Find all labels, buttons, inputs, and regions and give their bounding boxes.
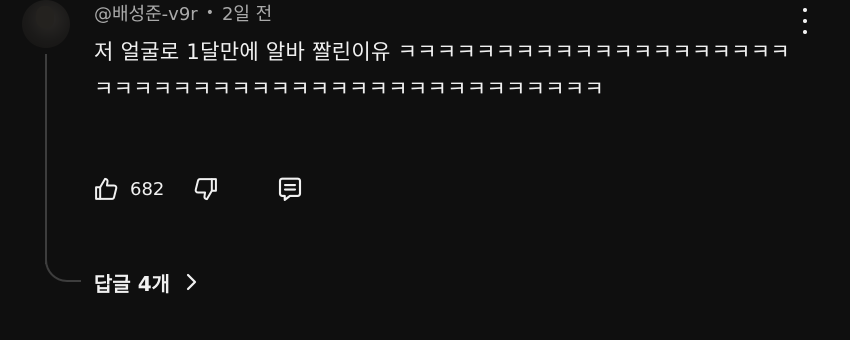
avatar-image [36, 6, 54, 28]
avatar[interactable] [22, 0, 70, 48]
comment-actions: 682 [90, 172, 306, 206]
thumbs-down-icon [194, 178, 217, 201]
meta-separator: • [205, 5, 214, 21]
thread-line [45, 54, 47, 264]
comment-text: 저 얼굴로 1달만에 알바 짤린이유 ㅋㅋㅋㅋㅋㅋㅋㅋㅋㅋㅋㅋㅋㅋㅋㅋㅋㅋㅋㅋㅋ… [94, 40, 790, 101]
more-vert-icon[interactable] [797, 8, 813, 34]
thread-connector [45, 246, 81, 282]
comment-header: @배성준-v9r • 2일 전 [94, 0, 272, 26]
author-name[interactable]: @배성준-v9r [94, 0, 198, 26]
more-dot [803, 8, 807, 12]
chevron-right-icon [184, 272, 198, 292]
more-dot [803, 30, 807, 34]
comment-reply-icon [278, 177, 302, 201]
like-button[interactable] [90, 173, 122, 205]
dislike-button[interactable] [190, 173, 222, 205]
reply-button[interactable] [274, 173, 306, 205]
replies-label: 답글 4개 [94, 271, 171, 296]
thumbs-up-icon [95, 177, 118, 200]
view-replies-button[interactable]: 답글 4개 [94, 266, 198, 298]
like-count: 682 [130, 178, 165, 200]
comment-time[interactable]: 2일 전 [222, 0, 272, 26]
more-dot [803, 19, 807, 23]
